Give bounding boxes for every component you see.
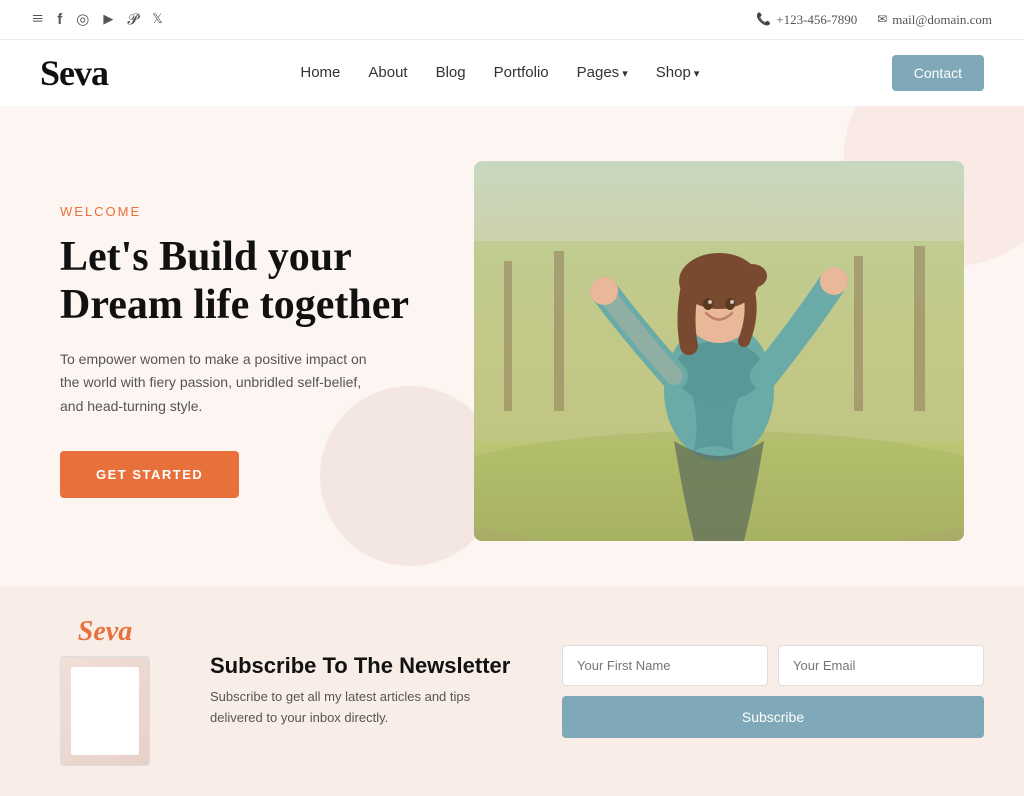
nav-item-pages[interactable]: Pages [577, 64, 628, 82]
hero-title-line1: Let's Build your [60, 234, 352, 280]
hero-section: Welcome Let's Build your Dream life toge… [0, 106, 1024, 586]
contact-button[interactable]: Contact [892, 55, 984, 91]
site-logo[interactable]: Seva [40, 52, 108, 94]
get-started-button[interactable]: GET STARTED [60, 451, 239, 498]
instagram-icon[interactable] [76, 10, 89, 29]
social-icons [32, 8, 163, 31]
nav-item-about[interactable]: About [368, 64, 407, 82]
menu-icon[interactable] [32, 8, 43, 31]
email-address: mail@domain.com [892, 12, 992, 28]
facebook-icon[interactable] [57, 11, 62, 29]
newsletter-title: Subscribe To The Newsletter [210, 653, 522, 679]
newsletter-logo-wrap: Seva [40, 616, 170, 766]
subscribe-button[interactable]: Subscribe [562, 696, 984, 738]
newsletter-book-decoration [60, 656, 150, 766]
email-info: mail@domain.com [877, 12, 992, 28]
nav-link-portfolio[interactable]: Portfolio [494, 64, 549, 81]
phone-number: +123-456-7890 [776, 12, 857, 28]
newsletter-logo: Seva [78, 616, 132, 648]
hero-title-line2: Dream life together [60, 282, 409, 328]
nav-item-shop[interactable]: Shop [656, 64, 700, 82]
nav-links: Home About Blog Portfolio Pages Shop [300, 64, 699, 82]
nav-item-blog[interactable]: Blog [436, 64, 466, 82]
nav-item-home[interactable]: Home [300, 64, 340, 82]
youtube-icon[interactable] [103, 11, 113, 28]
nav-link-blog[interactable]: Blog [436, 64, 466, 81]
hero-svg [474, 161, 964, 541]
newsletter-book-inner [71, 667, 139, 755]
nav-link-about[interactable]: About [368, 64, 407, 81]
nav-item-portfolio[interactable]: Portfolio [494, 64, 549, 82]
phone-icon [756, 12, 771, 27]
welcome-label: Welcome [60, 204, 409, 219]
navbar: Seva Home About Blog Portfolio Pages Sho… [0, 40, 1024, 106]
twitter-icon[interactable] [152, 11, 162, 28]
first-name-input[interactable] [562, 645, 768, 686]
newsletter-inputs [562, 645, 984, 686]
hero-title: Let's Build your Dream life together [60, 233, 409, 330]
phone-info: +123-456-7890 [756, 12, 857, 28]
nav-link-shop[interactable]: Shop [656, 64, 700, 81]
newsletter-description: Subscribe to get all my latest articles … [210, 687, 522, 729]
hero-description: To empower women to make a positive impa… [60, 348, 380, 419]
newsletter-form: Subscribe [562, 645, 984, 738]
nav-link-home[interactable]: Home [300, 64, 340, 81]
contact-info: +123-456-7890 mail@domain.com [756, 12, 992, 28]
newsletter-content: Subscribe To The Newsletter Subscribe to… [210, 653, 522, 729]
hero-content: Welcome Let's Build your Dream life toge… [60, 204, 409, 498]
email-input[interactable] [778, 645, 984, 686]
newsletter-section: Seva Subscribe To The Newsletter Subscri… [0, 586, 1024, 796]
mail-icon [877, 12, 887, 27]
top-bar: +123-456-7890 mail@domain.com [0, 0, 1024, 40]
pinterest-icon[interactable] [127, 11, 138, 29]
hero-image [474, 161, 964, 541]
nav-link-pages[interactable]: Pages [577, 64, 628, 81]
